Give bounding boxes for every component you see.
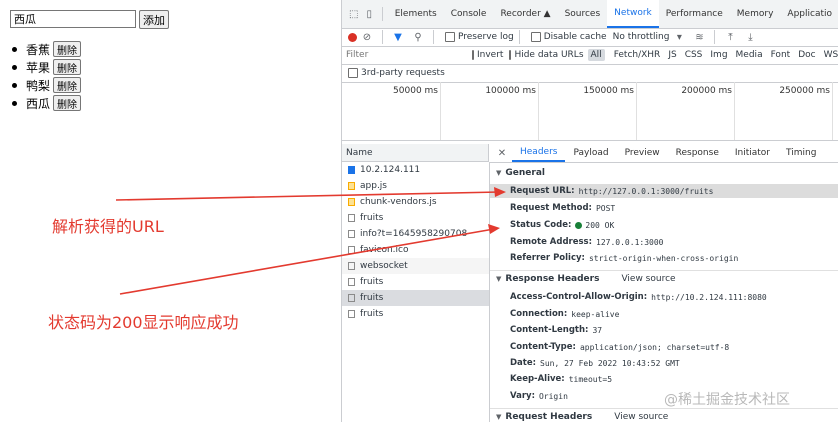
arrowhead-status	[488, 224, 500, 234]
arrow-url	[115, 191, 501, 201]
watermark: @稀土掘金技术社区	[664, 392, 790, 408]
arrow-status	[119, 228, 495, 295]
annotation-arrows	[115, 187, 506, 295]
arrowhead-url	[494, 187, 506, 197]
